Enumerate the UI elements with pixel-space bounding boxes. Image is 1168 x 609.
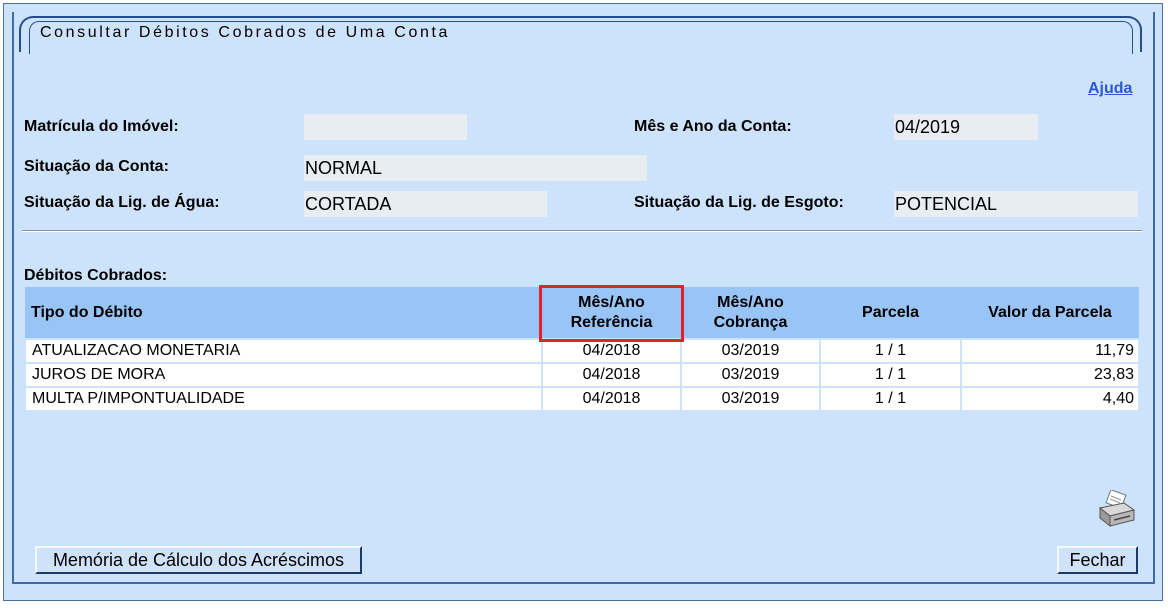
help-link[interactable]: Ajuda (1088, 80, 1132, 98)
situacao-agua-field: CORTADA (304, 191, 547, 217)
situacao-conta-label: Situação da Conta: (24, 158, 169, 175)
situacao-conta-field: NORMAL (304, 155, 647, 181)
cell-tipo: MULTA P/IMPONTUALIDADE (24, 386, 543, 412)
cell-tipo: JUROS DE MORA (24, 362, 543, 388)
cell-tipo: ATUALIZACAO MONETARIA (24, 338, 543, 364)
page-title: Consultar Débitos Cobrados de Uma Conta (40, 24, 451, 41)
cell-cobranca: 03/2019 (680, 362, 821, 388)
table-row: ATUALIZACAO MONETARIA 04/2018 03/2019 1 … (24, 338, 1140, 364)
matricula-field (304, 114, 467, 140)
header-tipo-debito: Tipo do Débito (25, 287, 542, 339)
situacao-esgoto-label: Situação da Lig. de Esgoto: (634, 194, 844, 211)
section-divider (22, 230, 1142, 232)
header-cob-line2: Cobrança (713, 313, 788, 331)
highlight-box (539, 285, 684, 342)
mes-ano-conta-field: 04/2019 (894, 114, 1038, 140)
memoria-calculo-button[interactable]: Memória de Cálculo dos Acréscimos (35, 546, 362, 574)
debitos-section-title: Débitos Cobrados: (24, 267, 168, 284)
table-row: MULTA P/IMPONTUALIDADE 04/2018 03/2019 1… (24, 386, 1140, 412)
cell-parcela: 1 / 1 (819, 362, 962, 388)
cell-referencia: 04/2018 (541, 386, 682, 412)
table-row: JUROS DE MORA 04/2018 03/2019 1 / 1 23,8… (24, 362, 1140, 388)
cell-referencia: 04/2018 (541, 338, 682, 364)
cell-cobranca: 03/2019 (680, 386, 821, 412)
matricula-label: Matrícula do Imóvel: (24, 118, 179, 135)
fechar-button[interactable]: Fechar (1057, 546, 1138, 574)
situacao-agua-label: Situação da Lig. de Água: (24, 194, 220, 211)
header-mes-ano-cobranca: Mês/Ano Cobrança (681, 287, 820, 339)
cell-parcela: 1 / 1 (819, 386, 962, 412)
cell-valor: 23,83 (960, 362, 1140, 388)
mes-ano-conta-label: Mês e Ano da Conta: (634, 118, 792, 135)
cell-valor: 4,40 (960, 386, 1140, 412)
cell-referencia: 04/2018 (541, 362, 682, 388)
situacao-esgoto-field: POTENCIAL (894, 191, 1138, 217)
cell-cobranca: 03/2019 (680, 338, 821, 364)
cell-valor: 11,79 (960, 338, 1140, 364)
header-valor-parcela: Valor da Parcela (961, 287, 1139, 339)
printer-icon[interactable] (1094, 489, 1138, 530)
cell-parcela: 1 / 1 (819, 338, 962, 364)
header-parcela: Parcela (820, 287, 961, 339)
header-cob-line1: Mês/Ano (717, 293, 784, 311)
